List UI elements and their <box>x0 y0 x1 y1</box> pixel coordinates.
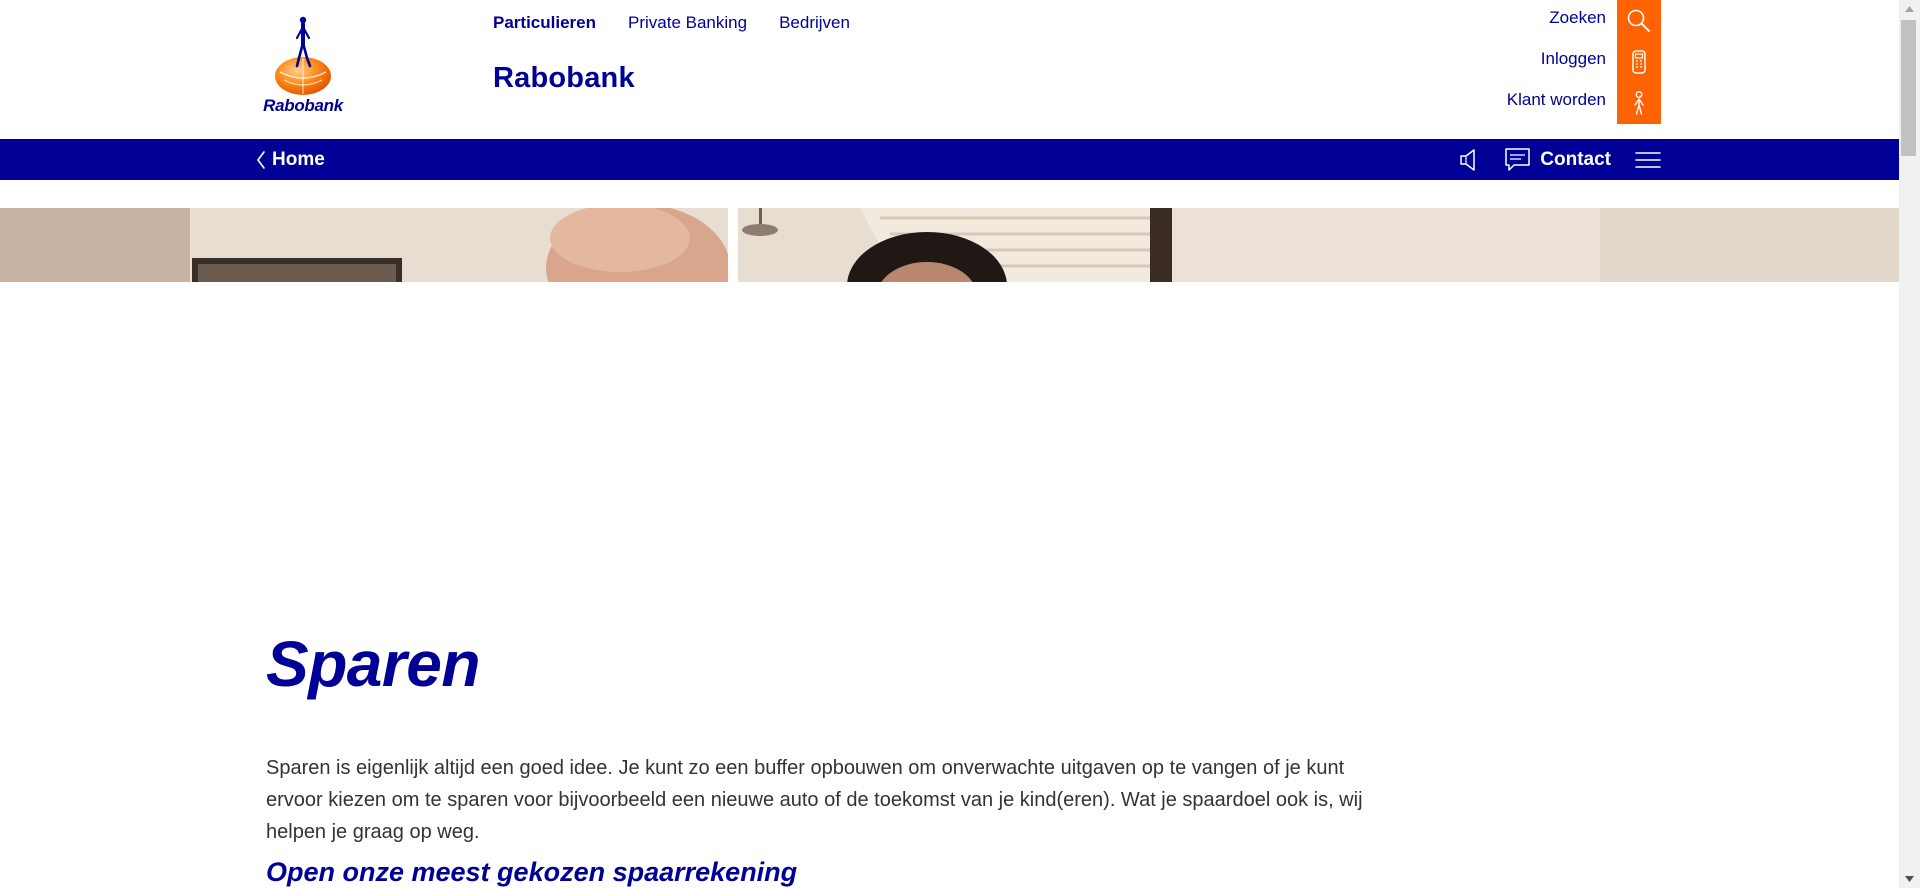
logo-wordmark: Rabobank <box>263 96 343 115</box>
brand-title: Rabobank <box>493 62 635 94</box>
intro-paragraph: Sparen is eigenlijk altijd een goed idee… <box>266 757 1363 843</box>
scrollbar-thumb[interactable] <box>1901 20 1916 156</box>
contact-button[interactable]: Contact <box>1504 147 1611 172</box>
chevron-left-icon <box>257 150 265 169</box>
segment-bedrijven[interactable]: Bedrijven <box>779 12 850 34</box>
login-label[interactable]: Inloggen <box>1541 49 1606 69</box>
hero-image <box>0 208 1899 282</box>
login-link[interactable]: Inloggen <box>1461 41 1661 82</box>
search-icon <box>1627 9 1650 32</box>
utility-nav: Zoeken Inloggen Klant worden <box>1461 0 1661 124</box>
triangle-down-icon <box>1905 876 1914 882</box>
rabobank-logo[interactable]: Rabobank <box>258 14 348 120</box>
section-subtitle: Open onze meest gekozen spaarrekening <box>266 857 798 887</box>
back-home-label[interactable]: Home <box>272 149 325 171</box>
search-label[interactable]: Zoeken <box>1549 8 1606 28</box>
become-client-button[interactable] <box>1617 82 1661 124</box>
chat-icon <box>1505 148 1531 171</box>
search-link[interactable]: Zoeken <box>1461 0 1661 41</box>
segment-private-banking[interactable]: Private Banking <box>628 12 747 34</box>
contact-label[interactable]: Contact <box>1540 149 1611 171</box>
scroll-up-arrow[interactable] <box>1899 0 1920 18</box>
scroll-down-arrow[interactable] <box>1899 870 1920 888</box>
site-header: Rabobank Particulieren Private Banking B… <box>0 0 1899 139</box>
page-scrollbar[interactable] <box>1899 0 1920 888</box>
page: Rabobank Particulieren Private Banking B… <box>0 0 1899 888</box>
card-reader-icon <box>1632 49 1646 74</box>
context-bar-actions: Contact <box>1458 139 1661 180</box>
speaker-icon <box>1460 148 1476 171</box>
person-icon <box>1634 91 1644 115</box>
segment-particulieren[interactable]: Particulieren <box>493 12 596 34</box>
search-button[interactable] <box>1617 0 1661 41</box>
back-home-link[interactable]: Home <box>256 139 325 180</box>
rabobank-logo-icon <box>275 16 331 95</box>
hamburger-menu-icon <box>1635 151 1661 168</box>
page-title: Sparen <box>266 628 480 700</box>
segment-nav: Particulieren Private Banking Bedrijven <box>493 12 882 34</box>
main-content: Sparen Sparen is eigenlijk altijd een go… <box>266 620 1386 888</box>
context-bar: Home Contact <box>0 139 1899 180</box>
main-menu-button[interactable] <box>1635 150 1661 170</box>
login-button[interactable] <box>1617 41 1661 82</box>
hero-photo <box>0 208 1899 282</box>
triangle-up-icon <box>1905 6 1914 12</box>
become-client-link[interactable]: Klant worden <box>1461 82 1661 124</box>
become-client-label[interactable]: Klant worden <box>1507 90 1606 110</box>
read-aloud-button[interactable] <box>1458 148 1482 172</box>
